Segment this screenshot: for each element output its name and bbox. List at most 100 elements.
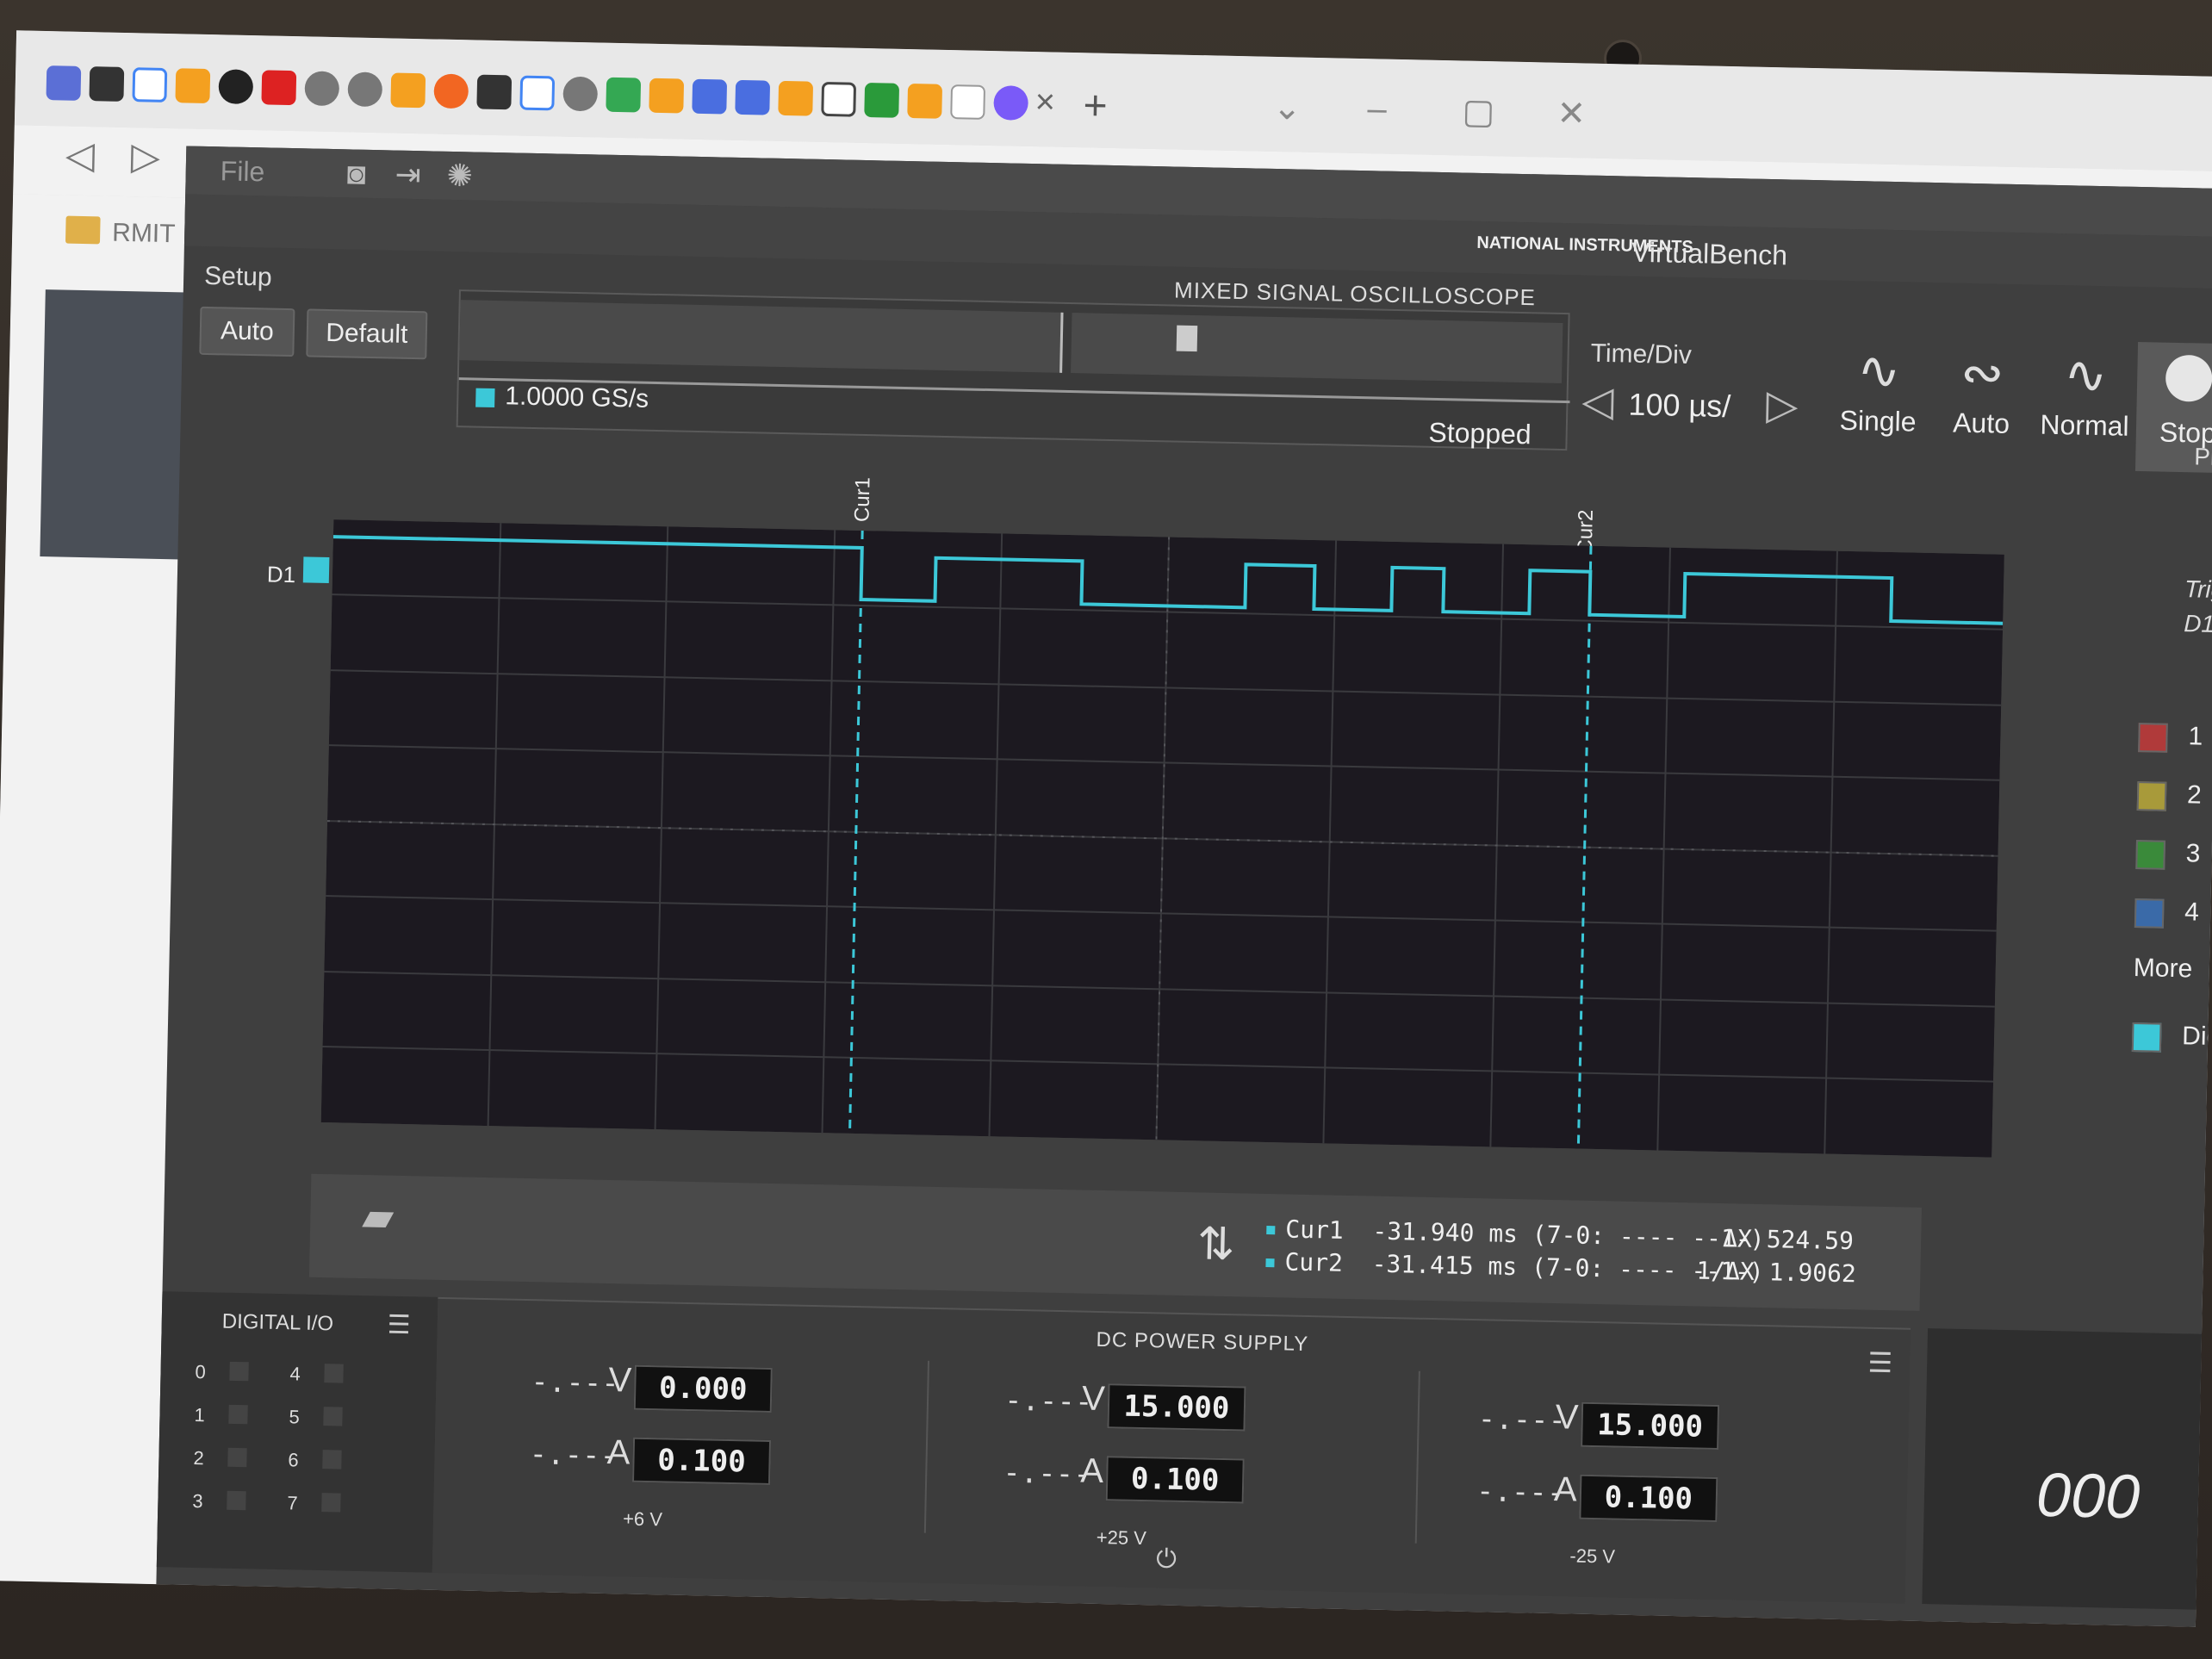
tab-site-icon[interactable] bbox=[692, 78, 728, 115]
dio-pin-led[interactable] bbox=[227, 1447, 247, 1468]
sidebar-item-rmit[interactable]: RMIT bbox=[112, 219, 176, 250]
auto-mode-button[interactable]: ∾ Auto bbox=[1929, 338, 2035, 469]
more-channels-button[interactable]: More bbox=[2133, 954, 2212, 1006]
stackoverflow-icon[interactable] bbox=[907, 83, 943, 119]
voltage-unit: V bbox=[608, 1361, 632, 1400]
close-tab-icon[interactable]: × bbox=[1035, 83, 1055, 121]
tab-list-icon[interactable]: ⌄ bbox=[1272, 88, 1302, 128]
stackoverflow-icon[interactable] bbox=[778, 80, 814, 116]
channel-2-toggle[interactable]: 2 bbox=[2136, 773, 2212, 825]
current-measured: -.--- bbox=[529, 1437, 618, 1474]
stackoverflow-icon[interactable] bbox=[390, 72, 426, 109]
google-icon[interactable] bbox=[132, 67, 168, 103]
dmm-reading: 000 bbox=[2035, 1460, 2141, 1532]
trigger-source[interactable]: D17 bbox=[2184, 610, 2212, 638]
tab-site-icon[interactable] bbox=[304, 71, 340, 107]
stackoverflow-icon[interactable] bbox=[175, 68, 211, 104]
cursor-readout-bar: ▰ ⇅ Cur1 -31.940 ms (7-0: ---- --1-) Cur… bbox=[308, 1173, 1922, 1311]
dio-pin-led[interactable] bbox=[321, 1493, 341, 1513]
dio-pin-led[interactable] bbox=[227, 1490, 246, 1511]
tab-site-icon[interactable] bbox=[347, 71, 383, 108]
channel-4-toggle[interactable]: 4 bbox=[2134, 890, 2212, 942]
tab-site-icon[interactable] bbox=[864, 82, 900, 118]
current-setpoint[interactable]: 0.100 bbox=[1579, 1474, 1718, 1523]
new-tab-button[interactable]: + bbox=[1083, 82, 1108, 130]
normal-mode-button[interactable]: ∿ Normal bbox=[2032, 339, 2138, 470]
auto-setup-button[interactable]: Auto bbox=[199, 306, 295, 357]
digital-swatch bbox=[2131, 1022, 2162, 1053]
camera-icon[interactable]: ◙ bbox=[339, 155, 374, 191]
channel-1-toggle[interactable]: 1 bbox=[2138, 714, 2212, 767]
time-div-increase-icon[interactable]: ▷ bbox=[1766, 381, 1799, 430]
back-icon[interactable]: ◁ bbox=[65, 134, 96, 178]
cursor2-readout: Cur2 -31.415 ms (7-0: ---- --1-) bbox=[1265, 1247, 1764, 1286]
trigger-position-marker[interactable] bbox=[1176, 325, 1198, 352]
github-icon[interactable] bbox=[476, 74, 513, 110]
digital-channels-toggle[interactable]: Digital bbox=[2131, 1014, 2212, 1066]
tab-app-icon[interactable] bbox=[46, 65, 82, 101]
voltage-setpoint[interactable]: 15.000 bbox=[1581, 1401, 1720, 1451]
dc-power-supply-panel: DC POWER SUPPLY ☰ -.--- V 0.000 -.--- A … bbox=[432, 1296, 1911, 1604]
delta-x-readout: ΔX 524.59 bbox=[1722, 1224, 1855, 1256]
time-div-value[interactable]: 100 µs/ bbox=[1628, 387, 1731, 425]
current-measured: -.--- bbox=[1476, 1474, 1565, 1511]
tab-site-icon[interactable] bbox=[562, 76, 599, 112]
inverse-delta-x-readout: 1/ΔX 1.9062 bbox=[1696, 1256, 1857, 1289]
setup-label: Setup bbox=[203, 261, 272, 292]
dio-pin-led[interactable] bbox=[322, 1450, 342, 1469]
dc-power-menu-icon[interactable]: ☰ bbox=[1867, 1346, 1892, 1380]
minimize-icon[interactable]: – bbox=[1367, 90, 1387, 128]
phase-label: Ph bbox=[2194, 443, 2212, 471]
menu-file[interactable]: File bbox=[220, 155, 264, 188]
github-icon[interactable] bbox=[89, 66, 125, 102]
waveform-display[interactable] bbox=[320, 519, 2004, 1158]
google-icon[interactable] bbox=[519, 75, 556, 111]
voltage-setpoint[interactable]: 0.000 bbox=[633, 1364, 773, 1414]
dio-pin-led[interactable] bbox=[228, 1404, 248, 1425]
normal-wave-icon: ∿ bbox=[2063, 345, 2109, 405]
wikipedia-icon[interactable] bbox=[950, 84, 986, 120]
dio-pin-label: 1 bbox=[194, 1403, 206, 1426]
google-drive-icon[interactable] bbox=[606, 77, 642, 113]
folder-icon bbox=[65, 215, 101, 245]
dio-pin-led[interactable] bbox=[323, 1407, 343, 1426]
maximize-icon[interactable]: ▢ bbox=[1462, 91, 1495, 132]
tab-site-icon[interactable] bbox=[821, 81, 857, 117]
channel-3-toggle[interactable]: 3 bbox=[2135, 831, 2212, 884]
ruler-icon[interactable]: ▰ bbox=[362, 1192, 423, 1253]
tab-site-icon[interactable] bbox=[218, 69, 254, 105]
time-div-decrease-icon[interactable]: ◁ bbox=[1581, 376, 1614, 426]
current-setpoint[interactable]: 0.100 bbox=[1105, 1456, 1245, 1504]
voltage-unit: V bbox=[1555, 1398, 1579, 1437]
current-unit: A bbox=[606, 1433, 631, 1472]
brightness-icon[interactable]: ✺ bbox=[442, 158, 477, 194]
divider bbox=[1414, 1370, 1420, 1544]
power-icon[interactable]: ⏻ bbox=[1156, 1544, 1177, 1574]
stackoverflow-icon[interactable] bbox=[649, 78, 685, 114]
app-name: VirtualBench bbox=[1631, 236, 1788, 271]
dio-pin-led[interactable] bbox=[229, 1361, 249, 1382]
export-icon[interactable]: ⇥ bbox=[390, 157, 426, 193]
tab-site-icon[interactable] bbox=[433, 73, 469, 109]
current-setpoint[interactable]: 0.100 bbox=[631, 1437, 772, 1485]
channel-1-swatch bbox=[2138, 723, 2168, 753]
tab-site-icon[interactable] bbox=[261, 70, 297, 106]
dmm-panel: 000 bbox=[1922, 1328, 2212, 1611]
divider bbox=[923, 1360, 930, 1533]
dc-power-title: DC POWER SUPPLY bbox=[1096, 1327, 1309, 1357]
voltage-measured: -.--- bbox=[1477, 1401, 1567, 1438]
acquisition-overview[interactable]: 1.0000 GS/s Stopped bbox=[456, 289, 1570, 451]
default-setup-button[interactable]: Default bbox=[306, 308, 428, 360]
trigger-edge-icon[interactable]: ⇅ bbox=[1196, 1218, 1235, 1271]
voltage-setpoint[interactable]: 15.000 bbox=[1107, 1383, 1246, 1432]
cursor1-tag[interactable]: Cur1 bbox=[850, 477, 875, 523]
channel-d1-swatch[interactable] bbox=[302, 556, 330, 584]
dio-pin-led[interactable] bbox=[324, 1364, 344, 1383]
messenger-icon[interactable] bbox=[993, 85, 1029, 121]
sample-rate: 1.0000 GS/s bbox=[505, 382, 649, 413]
single-mode-button[interactable]: ∿ Single bbox=[1825, 335, 1931, 466]
forward-icon[interactable]: ▷ bbox=[131, 134, 161, 179]
close-window-icon[interactable]: ✕ bbox=[1556, 94, 1586, 134]
tab-site-icon[interactable] bbox=[735, 79, 771, 115]
digital-io-menu-icon[interactable]: ☰ bbox=[387, 1310, 411, 1341]
